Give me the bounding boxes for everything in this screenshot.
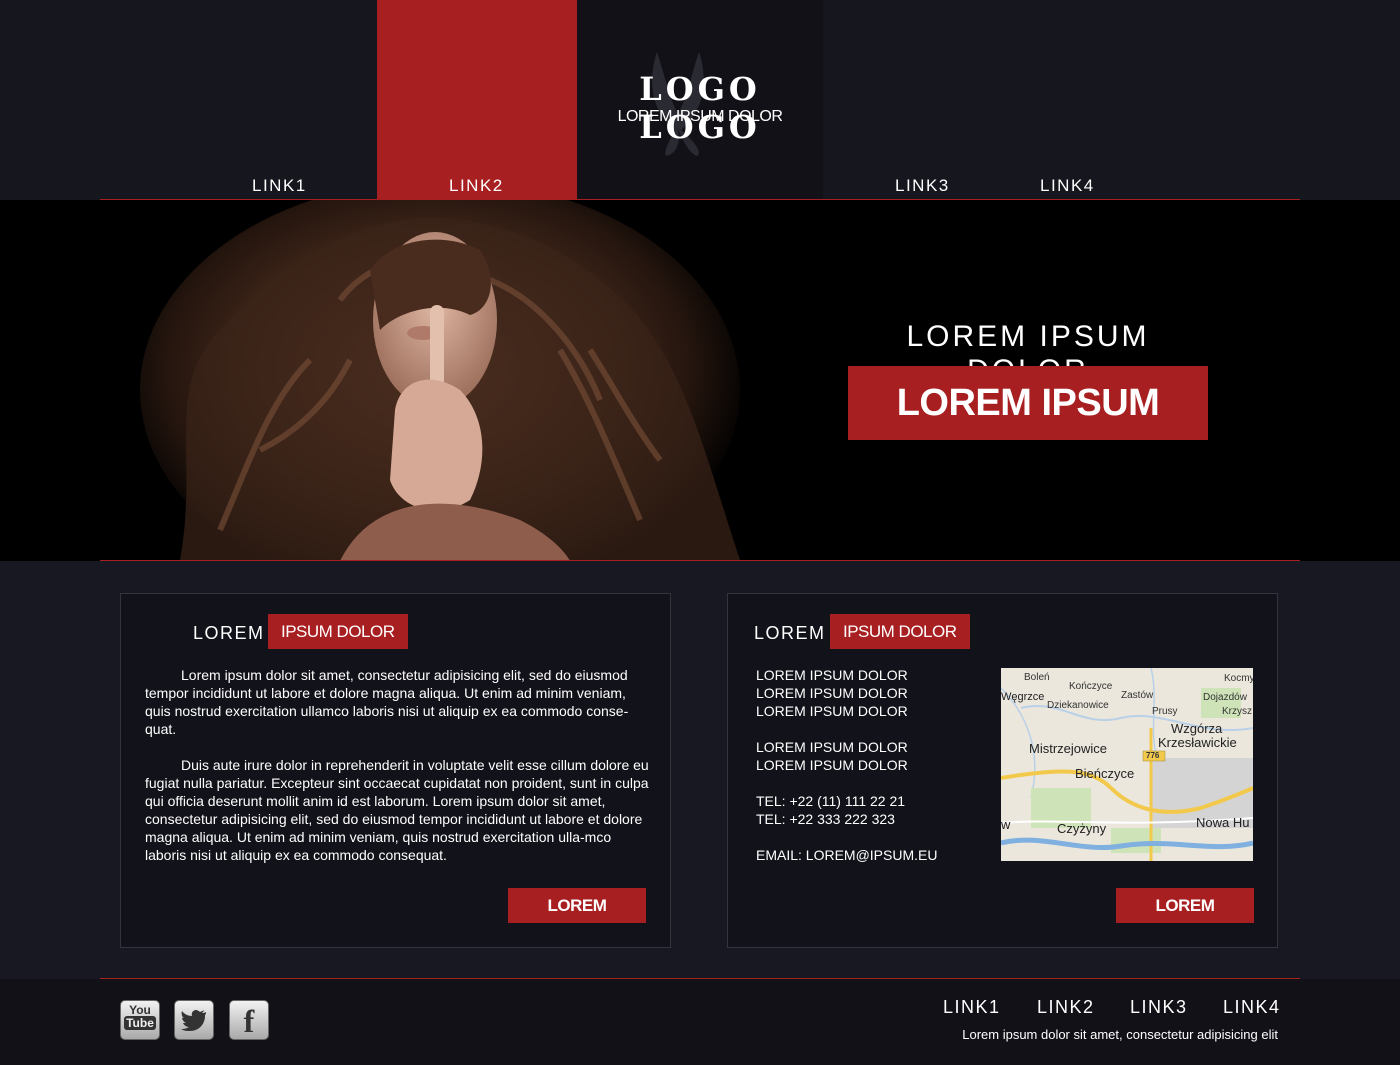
map-label: Węgrzce [1001, 691, 1045, 703]
hero-cta-button[interactable]: LOREM IPSUM [848, 366, 1208, 440]
site-header: LOGO LOGO LOREM IPSUM DOLOR LINK1 LINK2 … [0, 0, 1400, 200]
map-label: Bieńczyce [1075, 766, 1135, 781]
contact-more-button[interactable]: LOREM [1116, 888, 1254, 923]
map-label: Czyżyny [1057, 821, 1107, 836]
nav-link-1[interactable]: LINK1 [252, 176, 307, 196]
site-footer: You Tube f LINK1 LINK2 LINK3 LINK4 Lorem … [0, 979, 1400, 1065]
nav-link-2[interactable]: LINK2 [449, 176, 504, 196]
youtube-icon[interactable]: You Tube [120, 1000, 160, 1040]
map-label: Nowa Hu [1196, 815, 1250, 830]
contact-phone: TEL: +22 (11) 111 22 21 [756, 793, 906, 809]
map-label: Wzgórza [1171, 721, 1223, 736]
location-map[interactable]: Boleń Kończyce Kocmy Węgrzce Zastów Doja… [1001, 668, 1253, 861]
map-label: Zastów [1121, 690, 1154, 701]
contact-spacer [756, 828, 986, 846]
about-panel: LOREM IPSUM DOLOR Lorem ipsum dolor sit … [120, 593, 671, 948]
map-label: Kocmy [1224, 673, 1253, 684]
facebook-icon[interactable]: f [229, 1000, 269, 1040]
paragraph: Duis aute irure dolor in reprehenderit i… [145, 757, 649, 863]
map-label: Dojazdów [1203, 692, 1247, 703]
contact-line: LOREM IPSUM DOLOR [756, 685, 908, 701]
footer-link-4[interactable]: LINK4 [1223, 997, 1281, 1018]
footer-link-1[interactable]: LINK1 [943, 997, 1001, 1018]
contact-line: LOREM IPSUM DOLOR [756, 739, 908, 755]
map-label: Krzysz [1222, 706, 1252, 717]
contact-spacer [756, 774, 986, 792]
nav-active-highlight [377, 0, 577, 200]
map-label: Prusy [1152, 706, 1178, 717]
footer-link-2[interactable]: LINK2 [1037, 997, 1095, 1018]
contact-list: LOREM IPSUM DOLOR LOREM IPSUM DOLOR LORE… [756, 666, 986, 864]
contact-spacer [756, 720, 986, 738]
footer-note: Lorem ipsum dolor sit amet, consectetur … [962, 1027, 1278, 1042]
logo-block[interactable]: LOGO LOGO LOREM IPSUM DOLOR [577, 0, 823, 200]
map-label: Boleń [1024, 672, 1050, 683]
hero-banner: LOREM IPSUM DOLOR LOREM IPSUM [0, 200, 1400, 561]
contact-phone: TEL: +22 333 222 323 [756, 811, 895, 827]
nav-link-4[interactable]: LINK4 [1040, 176, 1095, 196]
panel-title-plain: LOREM [193, 623, 265, 643]
about-more-button[interactable]: LOREM [508, 888, 646, 923]
footer-link-3[interactable]: LINK3 [1130, 997, 1188, 1018]
panel-title-badge: IPSUM DOLOR [268, 614, 408, 649]
panel-body-text: Lorem ipsum dolor sit amet, consectetur … [145, 666, 650, 882]
contact-line: LOREM IPSUM DOLOR [756, 757, 908, 773]
contact-line: LOREM IPSUM DOLOR [756, 667, 908, 683]
map-label: Krzesławickie [1158, 735, 1237, 750]
contact-line: LOREM IPSUM DOLOR [756, 703, 908, 719]
twitter-icon[interactable] [174, 1000, 214, 1040]
nav-link-3[interactable]: LINK3 [895, 176, 950, 196]
logo-subtitle: LOREM IPSUM DOLOR [617, 108, 783, 125]
map-label: Kończyce [1069, 681, 1113, 692]
map-label: Dziekanowice [1047, 700, 1109, 711]
contact-email[interactable]: EMAIL: LOREM@IPSUM.EU [756, 846, 986, 864]
contact-panel: LOREM IPSUM DOLOR LOREM IPSUM DOLOR LORE… [727, 593, 1278, 948]
map-label: w [1001, 817, 1011, 832]
hero-photo [140, 200, 750, 561]
panel-title-plain: LOREM [754, 623, 826, 643]
hero-divider [100, 560, 1300, 561]
paragraph: Lorem ipsum dolor sit amet, consectetur … [145, 667, 629, 737]
road-number-label: 776 [1146, 751, 1160, 760]
panel-title-badge: IPSUM DOLOR [830, 614, 970, 649]
map-label: Mistrzejowice [1029, 741, 1108, 756]
